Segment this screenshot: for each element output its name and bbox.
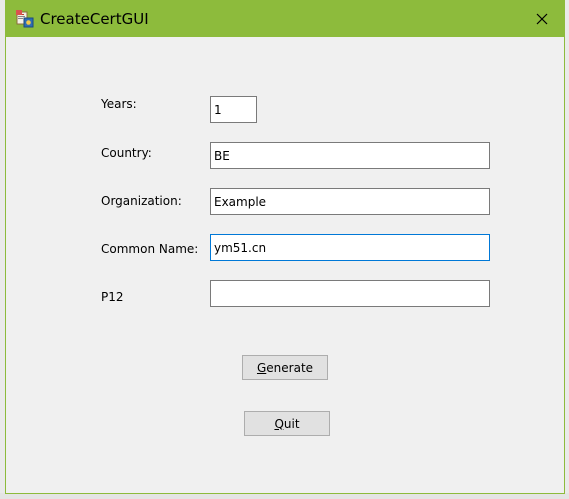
window-title: CreateCertGUI [40, 10, 149, 28]
close-icon [536, 13, 548, 25]
common-name-label: Common Name: [101, 242, 199, 256]
generate-label-rest: enerate [266, 360, 314, 375]
close-button[interactable] [520, 1, 564, 37]
quit-label-rest: uit [283, 416, 300, 431]
quit-mnemonic: Q [274, 416, 284, 431]
organization-label: Organization: [101, 194, 182, 208]
generate-button[interactable]: Generate [242, 355, 328, 380]
years-label: Years: [101, 97, 137, 111]
quit-button[interactable]: Quit [244, 411, 330, 436]
years-field[interactable] [210, 96, 257, 123]
certificate-app-icon [15, 9, 35, 29]
createcert-dialog: CreateCertGUI Years: Country: Organizati… [5, 0, 565, 494]
organization-field[interactable] [210, 188, 490, 215]
generate-mnemonic: G [256, 360, 267, 375]
p12-field[interactable] [210, 280, 490, 307]
country-label: Country: [101, 146, 152, 160]
common-name-field[interactable] [210, 234, 490, 261]
country-field[interactable] [210, 142, 490, 169]
title-bar[interactable]: CreateCertGUI [6, 1, 564, 37]
p12-label: P12 [101, 290, 124, 304]
